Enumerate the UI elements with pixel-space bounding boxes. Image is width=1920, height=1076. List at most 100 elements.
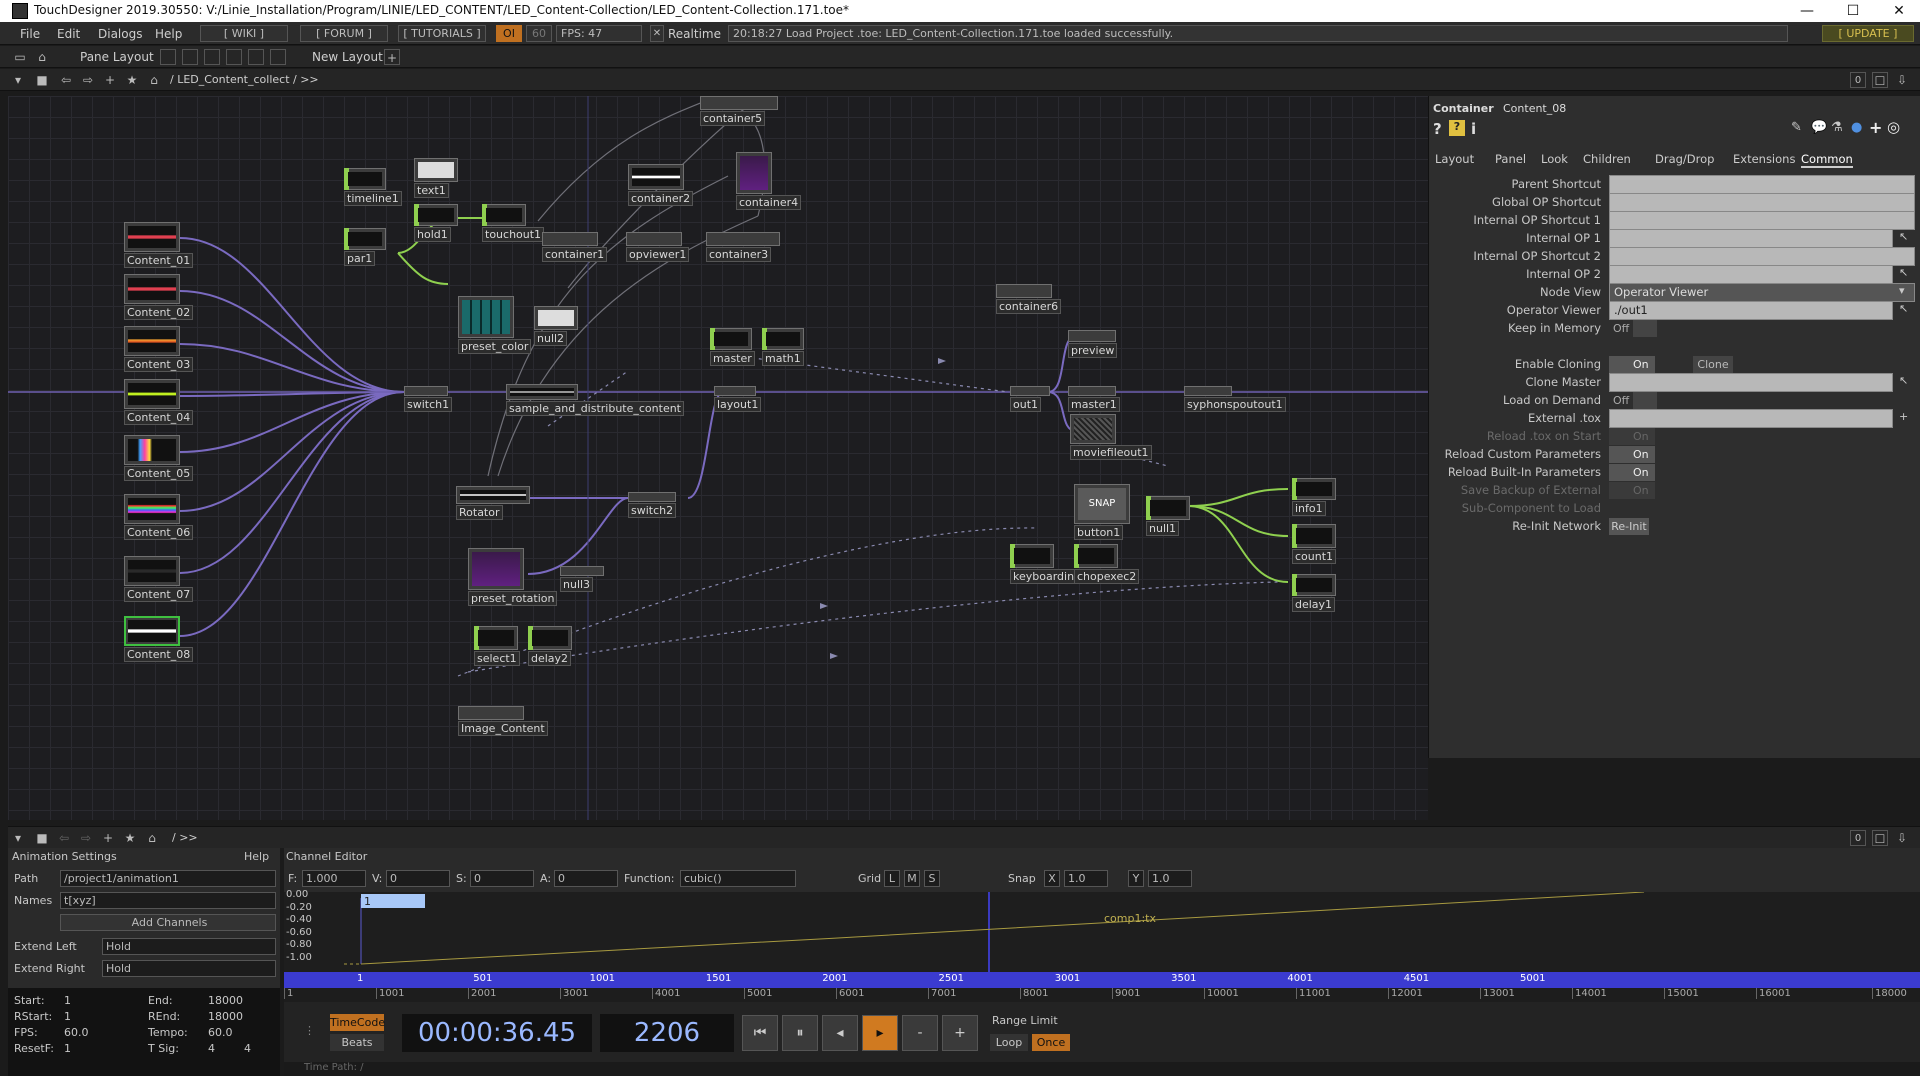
bottom-forward-icon[interactable]: ⇨	[78, 830, 94, 846]
v-field[interactable]: 0	[386, 870, 450, 887]
tsig-numerator[interactable]: 4	[208, 1042, 215, 1055]
grid-s-button[interactable]: S	[924, 870, 940, 887]
start-value[interactable]: 1	[64, 994, 71, 1007]
menu-dialogs[interactable]: Dialogs	[98, 27, 142, 41]
step-back-button[interactable]: ◂	[822, 1015, 858, 1051]
fps-target[interactable]: 60	[526, 25, 552, 42]
forum-button[interactable]: [ FORUM ]	[300, 25, 388, 42]
tutorials-button[interactable]: [ TUTORIALS ]	[398, 25, 486, 42]
oi-toggle[interactable]: OI	[496, 25, 522, 42]
end-value[interactable]: 18000	[208, 994, 243, 1007]
param-toggle[interactable]: On	[1609, 446, 1655, 463]
op-name[interactable]: Content_08	[1503, 102, 1566, 115]
step-minus-button[interactable]: -	[902, 1015, 938, 1051]
tab-common[interactable]: Common	[1801, 152, 1853, 168]
maximize-button[interactable]: ☐	[1830, 0, 1876, 22]
chevron-down-icon[interactable]: ▾	[1899, 284, 1905, 297]
bottom-maximize-icon[interactable]: ☐	[1872, 830, 1888, 846]
a-field[interactable]: 0	[554, 870, 618, 887]
bottom-bookmark-icon[interactable]: ★	[122, 830, 138, 846]
forward-icon[interactable]: ⇨	[80, 72, 96, 88]
extend-right-menu[interactable]: Hold	[102, 960, 276, 977]
minimize-button[interactable]: —	[1784, 0, 1830, 22]
add-icon[interactable]: +	[1899, 410, 1908, 423]
s-field[interactable]: 0	[470, 870, 534, 887]
layout-split-h-icon[interactable]	[204, 49, 220, 65]
pane-zero-button[interactable]: 0	[1850, 72, 1866, 88]
python-help-icon[interactable]: ?	[1449, 120, 1465, 136]
fps-value[interactable]: 60.0	[64, 1026, 89, 1039]
anim-help-button[interactable]: Help	[244, 850, 269, 863]
back-icon[interactable]: ⇦	[58, 72, 74, 88]
param-toggle[interactable]: Off	[1609, 320, 1657, 337]
param-toggle[interactable]: On	[1609, 482, 1655, 499]
rend-value[interactable]: 18000	[208, 1010, 243, 1023]
add-icon[interactable]: +	[102, 72, 118, 88]
grid-l-button[interactable]: L	[884, 870, 900, 887]
layout-four-icon[interactable]	[248, 49, 264, 65]
bottom-stop-icon[interactable]: ■	[34, 830, 50, 846]
snap-y-toggle[interactable]: Y	[1128, 870, 1144, 887]
network-path[interactable]: / LED_Content_collect / >>	[170, 73, 319, 86]
wiki-button[interactable]: [ WIKI ]	[200, 25, 288, 42]
bottom-detach-icon[interactable]: ⇩	[1894, 830, 1910, 846]
f-field[interactable]: 1.000	[302, 870, 366, 887]
bottom-add-icon[interactable]: +	[100, 830, 116, 846]
network-icon[interactable]: ⌂	[34, 49, 50, 65]
close-button[interactable]: ✕	[1876, 0, 1920, 22]
info-icon[interactable]: i	[1471, 120, 1476, 138]
menu-help[interactable]: Help	[155, 27, 182, 41]
add-layout-button[interactable]: +	[384, 49, 400, 65]
menu-edit[interactable]: Edit	[57, 27, 80, 41]
path-field[interactable]: /project1/animation1	[60, 870, 276, 887]
layout-grid-icon[interactable]	[270, 49, 286, 65]
edit-icon[interactable]: ✎	[1791, 120, 1802, 135]
loop-toggle[interactable]: Loop	[990, 1034, 1028, 1051]
bottom-zero-button[interactable]: 0	[1850, 830, 1866, 846]
home-icon[interactable]: ⌂	[146, 72, 162, 88]
layout-single-icon[interactable]	[160, 49, 176, 65]
target-icon[interactable]: ◎	[1887, 118, 1900, 136]
reinit-button[interactable]: Re-Init	[1609, 518, 1649, 535]
help-icon[interactable]: ?	[1433, 120, 1442, 138]
add-channels-button[interactable]: Add Channels	[60, 914, 276, 931]
resetf-value[interactable]: 1	[64, 1042, 71, 1055]
comment-icon[interactable]: 💬	[1811, 120, 1827, 135]
stop-icon[interactable]: ■	[34, 72, 50, 88]
frame-display[interactable]: 2206	[600, 1014, 734, 1052]
layout-three-icon[interactable]	[226, 49, 242, 65]
python-icon[interactable]: ●	[1851, 120, 1862, 135]
transport-menu-icon[interactable]: ⋮	[304, 1024, 315, 1037]
tab-drag-drop[interactable]: Drag/Drop	[1655, 152, 1714, 166]
pause-button[interactable]: ⏸	[782, 1015, 818, 1051]
grid-m-button[interactable]: M	[904, 870, 920, 887]
tab-panel[interactable]: Panel	[1495, 152, 1526, 166]
pane-menu-icon[interactable]: ▾	[10, 72, 26, 88]
range-ruler[interactable]: 1 1001 2001 3001 4001 5001 6001 7001 8001 9001 100…	[284, 988, 1920, 1002]
op-drop-icon[interactable]: ↖	[1899, 374, 1908, 387]
snap-x-toggle[interactable]: X	[1044, 870, 1060, 887]
op-drop-icon[interactable]: ↖	[1899, 266, 1908, 279]
tab-extensions[interactable]: Extensions	[1733, 152, 1795, 166]
clone-button[interactable]: Clone	[1693, 356, 1733, 373]
pane-detach-icon[interactable]: ⇩	[1894, 72, 1910, 88]
step-plus-button[interactable]: +	[942, 1015, 978, 1051]
rstart-value[interactable]: 1	[64, 1010, 71, 1023]
timecode-display[interactable]: 00:00:36.45	[402, 1014, 592, 1052]
play-button[interactable]: ▸	[862, 1015, 898, 1051]
beats-toggle[interactable]: Beats	[330, 1034, 384, 1051]
timecode-toggle[interactable]: TimeCode	[330, 1014, 385, 1031]
bookmark-icon[interactable]: ★	[124, 72, 140, 88]
tab-children[interactable]: Children	[1583, 152, 1631, 166]
pane-icon[interactable]: ▭	[12, 49, 28, 65]
function-field[interactable]: cubic()	[680, 870, 796, 887]
add-param-icon[interactable]: +	[1869, 118, 1882, 137]
op-drop-icon[interactable]: ↖	[1899, 230, 1908, 243]
tsig-denominator[interactable]: 4	[244, 1042, 251, 1055]
tab-layout[interactable]: Layout	[1435, 152, 1474, 166]
once-toggle[interactable]: Once	[1032, 1034, 1070, 1051]
menu-file[interactable]: File	[20, 27, 40, 41]
param-toggle[interactable]: On	[1609, 428, 1655, 445]
clone-icon[interactable]: ⚗	[1831, 120, 1843, 135]
param-toggle[interactable]: On	[1609, 356, 1655, 373]
